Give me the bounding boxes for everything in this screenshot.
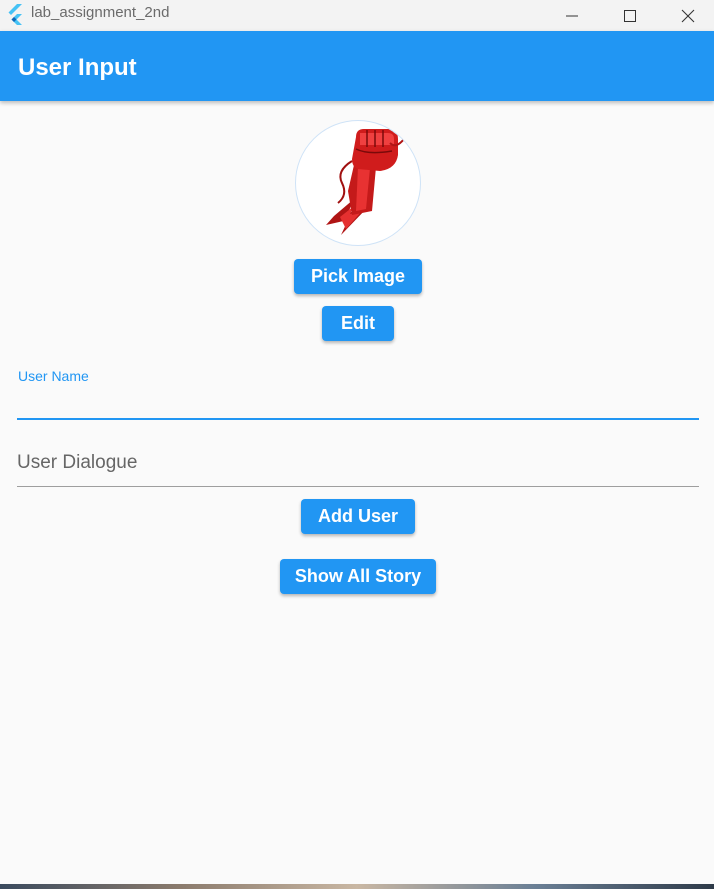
close-icon (681, 9, 695, 22)
user-name-input[interactable] (17, 386, 699, 420)
app-bar: User Input (0, 31, 714, 101)
window-titlebar: lab_assignment_2nd (0, 0, 714, 31)
avatar (295, 120, 421, 246)
add-user-button[interactable]: Add User (301, 499, 415, 534)
desktop-background (0, 884, 714, 889)
maximize-button[interactable] (601, 0, 659, 31)
close-button[interactable] (659, 0, 714, 31)
page-title: User Input (18, 54, 137, 81)
minimize-button[interactable] (543, 0, 601, 31)
user-dialogue-input[interactable] (17, 436, 699, 487)
pick-image-button[interactable]: Pick Image (294, 259, 422, 294)
edit-button[interactable]: Edit (322, 306, 394, 341)
user-name-label: User Name (18, 368, 89, 384)
maximize-icon (624, 9, 636, 22)
minimize-icon (566, 15, 578, 16)
flutter-icon (8, 4, 22, 25)
show-all-story-button[interactable]: Show All Story (280, 559, 436, 594)
window-title: lab_assignment_2nd (31, 4, 170, 21)
raised-fist-logo (326, 127, 406, 235)
